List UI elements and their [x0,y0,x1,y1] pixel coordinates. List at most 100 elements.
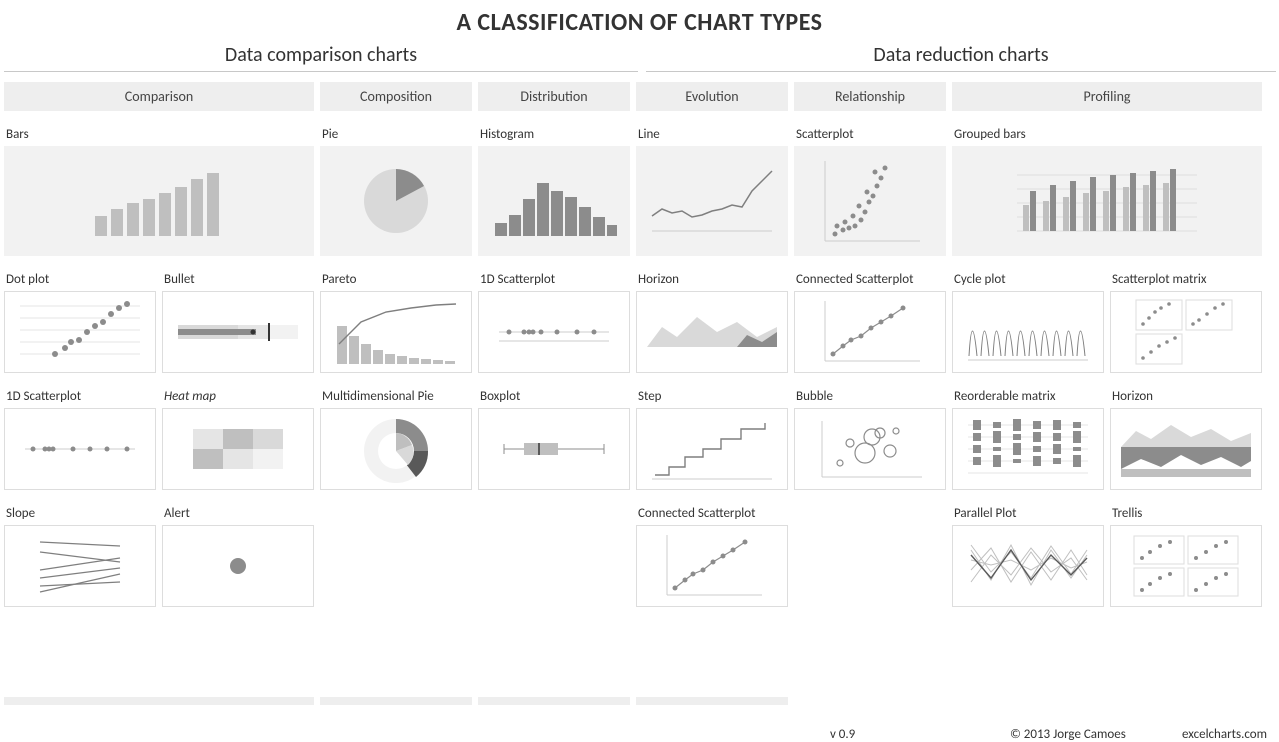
thumb-horizon-evo [636,291,788,373]
footer-site: excelcharts.com [1182,727,1267,742]
thumb-bullet [162,291,314,373]
label-pareto: Pareto [320,270,472,291]
cell-trellis: Trellis [1110,504,1262,607]
cell-reorderable-matrix: Reorderable matrix [952,387,1104,490]
footer-strip [636,697,788,705]
pie-icon [351,156,441,246]
bullet-icon [173,317,303,347]
section-data-reduction: Data reduction charts [646,43,1276,72]
label-horizon-prof: Horizon [1110,387,1262,408]
cat-relationship: Relationship [794,82,946,111]
cell-connected-scatter-rel: Connected Scatterplot [794,270,946,373]
footer-copyright: © 2013 Jorge Camoes [1010,727,1126,742]
cell-connected-scatter-evo: Connected Scatterplot [636,504,788,607]
thumb-dotplot [4,291,156,373]
cell-boxplot: Boxplot [478,387,630,490]
thumb-boxplot [478,408,630,490]
horizon-icon [1121,419,1251,479]
label-multipie: Multidimensional Pie [320,387,472,408]
thumb-scatter-matrix [1110,291,1262,373]
label-bubble: Bubble [794,387,946,408]
label-horizon-evo: Horizon [636,270,788,291]
row-1: Bars Pie [4,125,1275,256]
cell-bars: Bars [4,125,314,256]
label-bullet: Bullet [162,270,314,291]
cell-scatter-matrix: Scatterplot matrix [1110,270,1262,373]
scatter-1d-icon [15,434,145,464]
trellis-icon [1126,530,1246,602]
thumb-pareto [320,291,472,373]
cell-cycleplot: Cycle plot [952,270,1104,373]
row-3: 1D Scatterplot Heat map Multidimensional… [4,387,1275,490]
parallel-icon [963,530,1093,602]
scatter-matrix-icon [1131,296,1241,368]
cell-step: Step [636,387,788,490]
cell-slope: Slope [4,504,156,607]
step-icon [647,413,777,485]
cat-comparison: Comparison [4,82,314,111]
label-line: Line [636,125,788,146]
thumb-bubble [794,408,946,490]
cell-parallel: Parallel Plot [952,504,1104,607]
thumb-alert [162,525,314,607]
scatter-icon [815,156,925,246]
footer-strip [320,697,472,705]
cell-multipie: Multidimensional Pie [320,387,472,490]
thumb-1dscatter-comp [4,408,156,490]
row-2: Dot plot Bullet Pa [4,270,1275,373]
cell-heatmap: Heat map [162,387,314,490]
label-cycleplot: Cycle plot [952,270,1104,291]
label-scatterplot: Scatterplot [794,125,946,146]
cell-pareto: Pareto [320,270,472,373]
label-1dscatter-comp: 1D Scatterplot [4,387,156,408]
cat-evolution: Evolution [636,82,788,111]
cell-pie: Pie [320,125,472,256]
cell-bubble: Bubble [794,387,946,490]
cell-dotplot: Dot plot [4,270,156,373]
connected-scatter-icon [815,296,925,368]
grouped-bars-icon [1017,161,1197,241]
row-4: Slope Alert Connected Scatterplot [4,504,1275,607]
cell-bullet: Bullet [162,270,314,373]
thumb-trellis [1110,525,1262,607]
cat-profiling: Profiling [952,82,1262,111]
cell-1dscatter-dist: 1D Scatterplot [478,270,630,373]
cell-1dscatter-comp: 1D Scatterplot [4,387,156,490]
scatter-1d-icon [489,317,619,347]
thumb-parallel [952,525,1104,607]
label-boxplot: Boxplot [478,387,630,408]
thumb-connected-scatter-evo [636,525,788,607]
label-dotplot: Dot plot [4,270,156,291]
thumb-1dscatter-dist [478,291,630,373]
label-bars: Bars [4,125,314,146]
label-histogram: Histogram [478,125,630,146]
cell-alert: Alert [162,504,314,607]
label-pie: Pie [320,125,472,146]
thumb-connected-scatter-rel [794,291,946,373]
cell-empty-dist [478,504,630,607]
thumb-step [636,408,788,490]
alert-icon [218,546,258,586]
thumb-reorderable-matrix [952,408,1104,490]
cell-histogram: Histogram [478,125,630,256]
cell-empty-rel [794,504,946,607]
label-alert: Alert [162,504,314,525]
section-data-comparison: Data comparison charts [4,43,638,72]
cell-scatterplot: Scatterplot [794,125,946,256]
footer-version: v 0.9 [830,727,855,742]
label-parallel: Parallel Plot [952,504,1104,525]
page-title: A CLASSIFICATION OF CHART TYPES [0,8,1279,37]
cat-composition: Composition [320,82,472,111]
thumb-multipie [320,408,472,490]
category-row: Comparison Composition Distribution Evol… [4,82,1275,111]
cell-line: Line [636,125,788,256]
cell-horizon-evo: Horizon [636,270,788,373]
label-connected-scatter-rel: Connected Scatterplot [794,270,946,291]
footer-strip [478,697,630,705]
label-step: Step [636,387,788,408]
thumb-line [636,146,788,256]
thumb-horizon-prof [1110,408,1262,490]
bars-icon [89,161,229,241]
label-reorderable-matrix: Reorderable matrix [952,387,1104,408]
cycleplot-icon [963,296,1093,368]
